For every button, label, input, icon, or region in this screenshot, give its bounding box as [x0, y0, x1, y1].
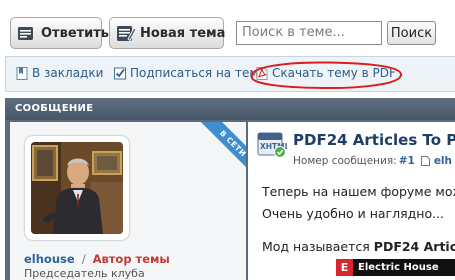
username-separator: /	[81, 252, 86, 266]
post-number-link[interactable]: #1	[399, 155, 415, 167]
avatar-frame	[25, 136, 129, 240]
xhtml-icon: XHTML	[257, 130, 290, 158]
user-info-pane: В СЕТИ elhouse / Автор темы Председатель…	[10, 122, 246, 280]
thread-author-role: Автор темы	[92, 252, 170, 266]
download-pdf-label: Скачать тему в PDF	[272, 66, 396, 80]
new-thread-button[interactable]: Новая тема	[109, 17, 226, 49]
reply-button[interactable]: Ответить	[10, 17, 109, 49]
bookmark-label: В закладки	[32, 66, 104, 80]
search-button[interactable]: Поиск	[387, 21, 436, 45]
checkbox-icon	[114, 67, 126, 80]
post-body-mod-name: PDF24 Articles	[373, 239, 455, 254]
username-link[interactable]: elhouse	[24, 252, 75, 266]
new-thread-button-label: Новая тема	[140, 25, 226, 41]
reply-button-label: Ответить	[41, 25, 110, 41]
post-header: СООБЩЕНИЕ	[5, 98, 455, 120]
pdf-icon	[256, 66, 268, 80]
post-body-line-3: Мод называется PDF24 Articles	[262, 239, 455, 254]
bookmark-link[interactable]: В закладки	[16, 66, 103, 80]
online-badge-label: В СЕТИ	[195, 122, 246, 174]
post-number-label: Номер сообщения:	[293, 155, 397, 167]
page-icon	[420, 156, 430, 166]
online-badge: В СЕТИ	[194, 122, 246, 174]
avatar[interactable]	[31, 142, 123, 234]
bookmark-icon	[16, 66, 28, 80]
post-author-link[interactable]: elh	[434, 155, 452, 167]
message-pane: XHTML PDF24 Articles To PD Номер сообщен…	[248, 122, 455, 280]
watermark-logo: E	[336, 259, 353, 276]
post-meta: Номер сообщения: #1 elh	[293, 155, 452, 167]
post-title: PDF24 Articles To PD	[293, 131, 455, 149]
download-pdf-link[interactable]: Скачать тему в PDF	[256, 66, 396, 80]
watermark: E Electric House	[336, 259, 455, 276]
post-body-line-3-prefix: Мод называется	[262, 239, 370, 254]
thread-tools-bar: В закладки Подписаться на тему Скачать т…	[5, 56, 455, 92]
watermark-text: Electric House	[358, 262, 439, 273]
username-line: elhouse / Автор темы	[24, 252, 170, 266]
user-title: Председатель клуба	[24, 267, 145, 280]
subscribe-link[interactable]: Подписаться на тему	[114, 66, 266, 80]
search-input[interactable]: Поиск в теме...	[236, 21, 382, 45]
top-toolbar: Ответить Новая тема Поиск в теме... Поис…	[0, 0, 455, 56]
subscribe-label: Подписаться на тему	[130, 66, 266, 80]
reply-icon	[17, 23, 37, 43]
post-body-line-1: Теперь на нашем форуме можно	[262, 184, 455, 199]
post-body-line-2: Очень удобно и наглядно...	[262, 206, 445, 221]
new-thread-icon	[116, 23, 137, 43]
